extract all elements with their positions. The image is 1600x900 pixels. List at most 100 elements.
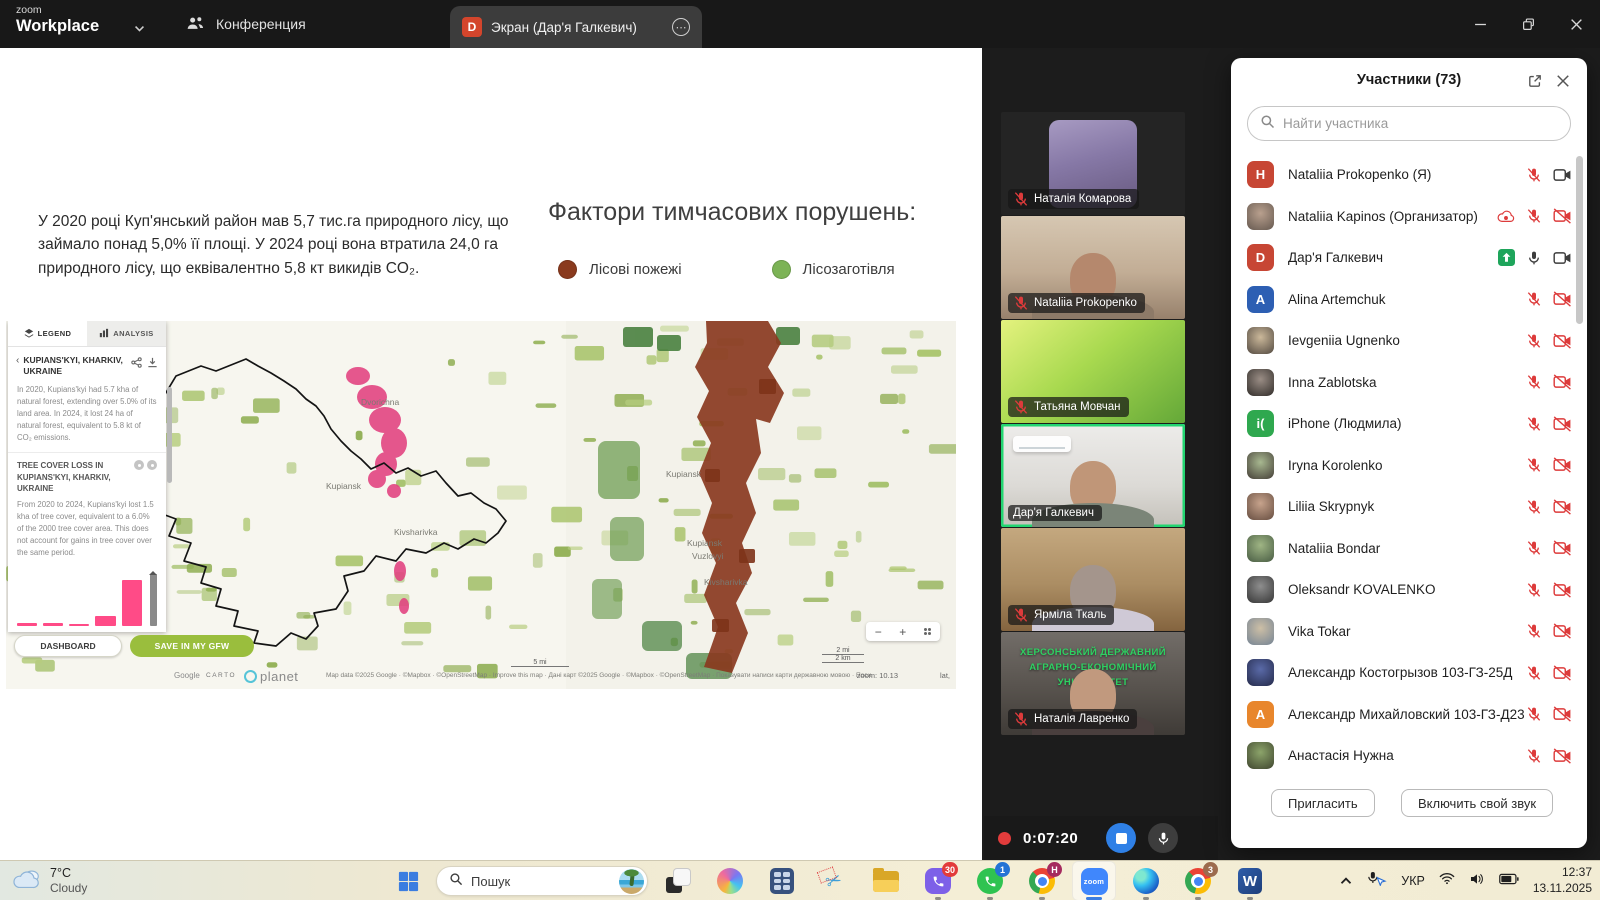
- taskbar-zoom[interactable]: zoom: [1072, 861, 1116, 900]
- unmute-button[interactable]: Включить свой звук: [1401, 789, 1553, 817]
- screen-tab-avatar: D: [462, 17, 482, 37]
- shared-screen-presentation: У 2020 році Куп'янський район мав 5,7 ти…: [0, 48, 982, 860]
- wifi-icon[interactable]: [1439, 872, 1455, 890]
- participant-search[interactable]: [1247, 106, 1571, 141]
- language-indicator[interactable]: УКР: [1401, 874, 1425, 888]
- participant-row[interactable]: Nataliia Kapinos (Организатор): [1231, 196, 1587, 238]
- mic-cursor-tray-icon[interactable]: [1366, 871, 1387, 891]
- participant-row[interactable]: DДар'я Галкевич: [1231, 237, 1587, 279]
- participant-avatar: A: [1247, 701, 1274, 728]
- taskbar-edge[interactable]: [1124, 861, 1168, 900]
- participant-row[interactable]: Oleksandr KOVALENKO: [1231, 569, 1587, 611]
- video-tile[interactable]: Ярміла Ткаль: [1001, 528, 1185, 631]
- mic-muted-icon: [1526, 416, 1542, 432]
- taskbar-chrome-profile-h[interactable]: H: [1020, 861, 1064, 900]
- search-input[interactable]: [1283, 116, 1558, 131]
- tree-cover-loss-chart: [17, 570, 157, 626]
- zoom-in-button[interactable]: +: [899, 625, 906, 639]
- legend-item: Лісозаготівля: [772, 260, 895, 279]
- restore-button[interactable]: [1504, 0, 1552, 48]
- taskbar-copilot[interactable]: [708, 861, 752, 900]
- minimize-button[interactable]: [1456, 0, 1504, 48]
- settings-icon[interactable]: [134, 460, 144, 470]
- zoom-out-button[interactable]: −: [875, 625, 882, 639]
- tab-conference[interactable]: Конференция: [172, 0, 320, 48]
- participants-list: HNataliia Prokopenko (Я)Nataliia Kapinos…: [1231, 154, 1587, 777]
- people-icon: [186, 15, 206, 34]
- map-zoom-controls[interactable]: − +: [866, 622, 940, 641]
- chevron-down-icon[interactable]: [134, 19, 145, 37]
- tab-more-icon[interactable]: ⋯: [672, 18, 690, 36]
- share-icon[interactable]: [131, 355, 142, 373]
- start-button[interactable]: [388, 861, 428, 900]
- video-off-icon: [1553, 208, 1572, 224]
- volume-icon[interactable]: [1469, 872, 1485, 891]
- taskbar-search[interactable]: [436, 866, 648, 896]
- video-tile[interactable]: Татьяна Мовчан: [1001, 320, 1185, 423]
- gfw-map[interactable]: DvorichnaKupianskKivsharivkakoveKupiansk…: [6, 321, 956, 689]
- participant-row[interactable]: Inna Zablotska: [1231, 362, 1587, 404]
- clock[interactable]: 12:37 13.11.2025: [1533, 865, 1592, 896]
- stop-recording-button[interactable]: [1106, 823, 1136, 853]
- close-panel-icon[interactable]: [1553, 71, 1573, 91]
- participant-name: Alina Artemchuk: [1288, 292, 1526, 307]
- tab-screen-share[interactable]: D Экран (Дар'я Галкевич) ⋯: [450, 6, 702, 48]
- taskbar-viber[interactable]: 30: [916, 861, 960, 900]
- taskbar-task-view[interactable]: [656, 861, 700, 900]
- save-in-my-gfw-button[interactable]: SAVE IN MY GFW: [130, 635, 254, 657]
- participant-row[interactable]: Vika Tokar: [1231, 611, 1587, 653]
- participant-avatar: [1247, 742, 1274, 769]
- video-strip: Наталія Комарова Nataliia ProkopenkoТатья…: [1001, 112, 1185, 736]
- popout-icon[interactable]: [1525, 71, 1545, 91]
- tab-legend[interactable]: LEGEND: [8, 321, 87, 346]
- download-icon[interactable]: [147, 355, 158, 373]
- map-zoom-level: zoom: 10.13: [857, 671, 898, 680]
- participant-row[interactable]: Александр Костогрызов 103-ГЗ-25Д: [1231, 652, 1587, 694]
- tab-analysis[interactable]: ANALYSIS: [87, 321, 166, 346]
- video-tile[interactable]: Наталія Комарова: [1001, 112, 1185, 215]
- participant-row[interactable]: HNataliia Prokopenko (Я): [1231, 154, 1587, 196]
- participant-row[interactable]: Iryna Korolenko: [1231, 445, 1587, 487]
- invite-button[interactable]: Пригласить: [1271, 789, 1375, 817]
- participant-row[interactable]: AAlina Artemchuk: [1231, 279, 1587, 321]
- participant-row[interactable]: AАлександр Михайловский 103-ГЗ-Д23: [1231, 694, 1587, 736]
- basemap-options-icon[interactable]: [924, 628, 932, 636]
- participant-name: Александр Костогрызов 103-ГЗ-25Д: [1288, 665, 1526, 680]
- search-icon: [449, 872, 463, 891]
- participant-row[interactable]: Nataliia Bondar: [1231, 528, 1587, 570]
- participant-row[interactable]: Анастасія Нужна: [1231, 735, 1587, 777]
- info-icon[interactable]: [147, 460, 157, 470]
- weather-widget[interactable]: 7°C Cloudy: [12, 861, 87, 900]
- taskbar-calculator[interactable]: [760, 861, 804, 900]
- mic-button[interactable]: [1148, 823, 1178, 853]
- video-tile[interactable]: ХЕРСОНСЬКИЙ ДЕРЖАВНИЙАГРАРНО-ЕКОНОМІЧНИЙ…: [1001, 632, 1185, 735]
- participant-row[interactable]: Liliia Skrypnyk: [1231, 486, 1587, 528]
- taskbar-chrome-profile-3[interactable]: 3: [1176, 861, 1220, 900]
- video-tile[interactable]: Nataliia Prokopenko: [1001, 216, 1185, 319]
- video-name-label: Наталія Комарова: [1008, 189, 1139, 209]
- participant-row[interactable]: i(iPhone (Людмила): [1231, 403, 1587, 445]
- close-button[interactable]: [1552, 0, 1600, 48]
- video-off-icon: [1553, 374, 1572, 390]
- tray-chevron-icon[interactable]: [1340, 872, 1352, 890]
- participant-name: Nataliia Bondar: [1288, 541, 1526, 556]
- map-attribution: Map data ©2025 Google · ©Mapbox · ©OpenS…: [326, 672, 872, 679]
- video-tile[interactable]: Дар'я Галкевич: [1001, 424, 1185, 527]
- participant-avatar: [1247, 576, 1274, 603]
- participant-row[interactable]: Ievgeniia Ugnenko: [1231, 320, 1587, 362]
- back-icon[interactable]: ‹: [16, 355, 19, 366]
- taskbar-file-explorer[interactable]: [864, 861, 908, 900]
- search-highlight-image[interactable]: [619, 869, 644, 894]
- taskbar-search-input[interactable]: [471, 874, 601, 889]
- calculator-icon: [770, 868, 794, 894]
- mic-muted-icon: [1526, 582, 1542, 598]
- taskbar-whatsapp[interactable]: 1: [968, 861, 1012, 900]
- map-scale-right: 2 mi 2 km: [822, 647, 864, 663]
- taskbar-word[interactable]: W: [1228, 861, 1272, 900]
- dashboard-button[interactable]: DASHBOARD: [14, 635, 122, 657]
- battery-icon[interactable]: [1499, 872, 1519, 890]
- taskbar-snipping-tool[interactable]: ✂: [812, 861, 856, 900]
- gfw-widget-text: From 2020 to 2024, Kupians'kyi lost 1.5 …: [8, 496, 166, 567]
- map-slider[interactable]: [167, 387, 172, 483]
- panel-scrollbar[interactable]: [1576, 156, 1583, 324]
